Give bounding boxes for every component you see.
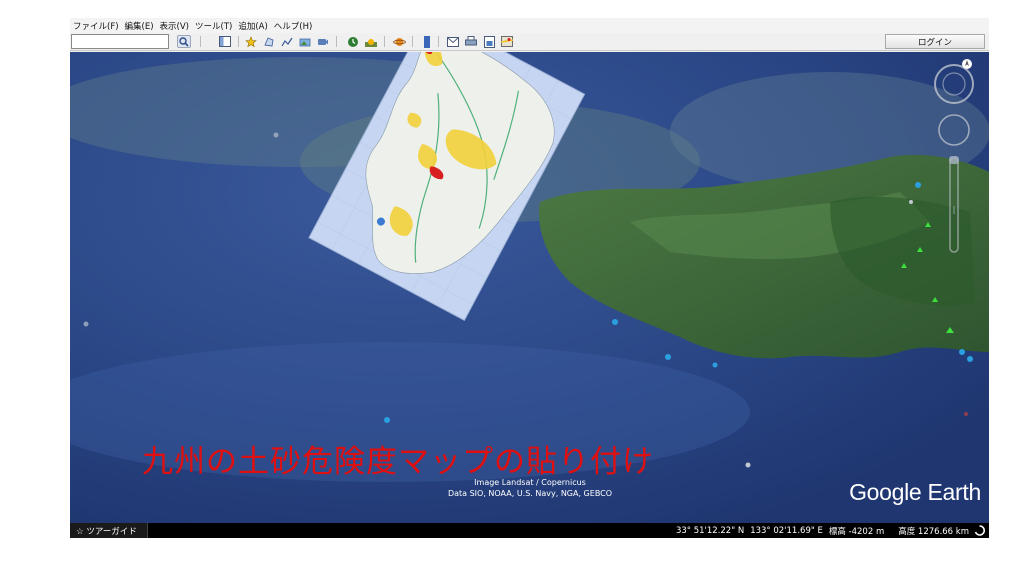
planets-icon[interactable] [392, 35, 406, 48]
tour-guide-button[interactable]: ☆ ツアーガイド [70, 523, 148, 538]
save-image-icon[interactable] [482, 35, 496, 48]
latitude-value: 33° 51'12.22" N [675, 525, 745, 536]
menu-tools[interactable]: ツール(T) [192, 20, 235, 32]
toolbar: ログイン [70, 33, 989, 51]
longitude-value: 133° 02'11.69" E [750, 525, 823, 536]
menu-view[interactable]: 表示(V) [157, 20, 192, 32]
print-icon[interactable] [464, 35, 478, 48]
menu-file[interactable]: ファイル(F) [70, 20, 122, 32]
caption-text: 九州の土砂危険度マップの貼り付け [142, 444, 654, 480]
zoom-slider[interactable] [949, 156, 959, 253]
login-button[interactable]: ログイン [885, 34, 985, 49]
historical-imagery-icon[interactable] [346, 35, 360, 48]
imagery-credit-line: Image Landsat / Copernicus [474, 478, 586, 487]
north-icon[interactable] [962, 59, 972, 69]
placemark-icon[interactable] [244, 35, 258, 48]
move-joystick[interactable] [938, 114, 970, 146]
search-icon[interactable] [177, 35, 191, 48]
image-overlay-icon[interactable] [298, 35, 312, 48]
record-tour-icon[interactable] [316, 35, 330, 48]
search-input[interactable] [71, 34, 169, 49]
earth-view[interactable]: 九州の土砂危険度マップの貼り付け Image Landsat / Coperni… [70, 52, 989, 523]
data-credit-line: Data SIO, NOAA, U.S. Navy, NGA, GEBCO [447, 489, 613, 498]
menu-edit[interactable]: 編集(E) [122, 20, 157, 32]
elevation-value: 標高 -4202 m [828, 526, 885, 537]
path-icon[interactable] [280, 35, 294, 48]
menu-help[interactable]: ヘルプ(H) [271, 20, 316, 32]
polygon-icon[interactable] [262, 35, 276, 48]
google-earth-window: ファイル(F) 編集(E) 表示(V) ツール(T) 追加(A) ヘルプ(H) [70, 18, 989, 538]
menu-bar: ファイル(F) 編集(E) 表示(V) ツール(T) 追加(A) ヘルプ(H) [70, 18, 989, 33]
imagery-credit: Image Landsat / Copernicus Data SIO, NOA… [400, 477, 660, 499]
ruler-icon[interactable] [420, 35, 434, 48]
google-earth-logo: Google Earth [849, 479, 981, 505]
navigation-controls [931, 56, 977, 256]
menu-add[interactable]: 追加(A) [235, 20, 270, 32]
email-icon[interactable] [446, 35, 460, 48]
streaming-icon [974, 525, 985, 536]
altitude-value: 高度 1276.66 km [898, 526, 969, 537]
coordinates-readout: 33° 51'12.22" N 133° 02'11.69" E 標高 -420… [670, 523, 969, 538]
google-maps-icon[interactable] [500, 35, 514, 48]
sunlight-icon[interactable] [364, 35, 378, 48]
status-bar: ☆ ツアーガイド 33° 51'12.22" N 133° 02'11.69" … [70, 523, 989, 538]
look-joystick[interactable] [934, 64, 974, 104]
sidebar-toggle-icon[interactable] [218, 35, 232, 48]
